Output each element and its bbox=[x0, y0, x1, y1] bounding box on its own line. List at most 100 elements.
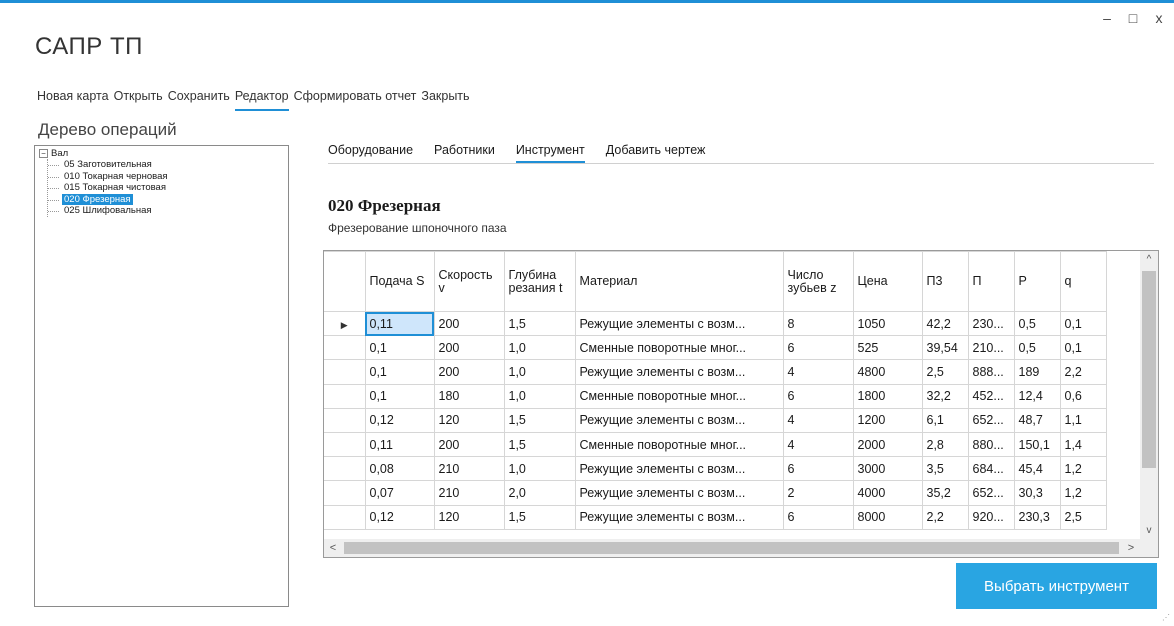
table-cell[interactable]: 32,2 bbox=[921, 383, 969, 409]
table-cell[interactable]: 230,3 bbox=[1013, 504, 1061, 530]
close-icon[interactable]: x bbox=[1152, 10, 1166, 26]
table-row[interactable]: 0,07 210 2,0 Режущие элементы с возм... 2 400… bbox=[324, 480, 1107, 506]
table-cell[interactable]: 452... bbox=[967, 383, 1015, 409]
vertical-scrollbar[interactable]: ^ v bbox=[1140, 251, 1158, 539]
table-cell[interactable]: 4 bbox=[782, 431, 854, 458]
row-header[interactable] bbox=[324, 359, 366, 385]
table-cell[interactable]: 1,2 bbox=[1059, 480, 1107, 506]
table-cell[interactable]: 200 bbox=[433, 359, 505, 385]
row-header[interactable] bbox=[324, 431, 366, 458]
column-header[interactable]: П3 bbox=[921, 251, 969, 312]
row-header[interactable] bbox=[324, 456, 366, 482]
select-tool-button[interactable]: Выбрать инструмент bbox=[956, 563, 1157, 609]
tree-node[interactable]: 015 Токарная чистовая bbox=[48, 182, 170, 194]
column-header[interactable]: Скорость v bbox=[433, 251, 505, 312]
maximize-icon[interactable]: □ bbox=[1126, 10, 1140, 26]
table-cell[interactable]: 1,5 bbox=[503, 431, 576, 458]
table-cell[interactable]: 2,5 bbox=[921, 359, 969, 385]
table-cell[interactable]: 6 bbox=[782, 456, 854, 482]
table-cell[interactable]: 0,12 bbox=[364, 504, 435, 530]
table-cell[interactable]: 0,1 bbox=[364, 335, 435, 361]
table-cell[interactable]: 48,7 bbox=[1013, 407, 1061, 433]
table-cell[interactable]: 2,0 bbox=[503, 480, 576, 506]
table-cell[interactable]: 210 bbox=[433, 456, 505, 482]
column-header[interactable]: Подача S bbox=[364, 251, 435, 312]
table-cell[interactable]: 1,1 bbox=[1059, 407, 1107, 433]
vertical-scroll-thumb[interactable] bbox=[1142, 271, 1156, 468]
scroll-left-icon[interactable]: < bbox=[324, 539, 342, 557]
table-cell[interactable]: 2,2 bbox=[1059, 359, 1107, 385]
tree-node[interactable]: 020 Фрезерная bbox=[48, 193, 170, 206]
table-cell[interactable]: 6,1 bbox=[921, 407, 969, 433]
table-cell[interactable]: 39,54 bbox=[921, 335, 969, 361]
table-cell[interactable]: 180 bbox=[433, 383, 505, 409]
row-header[interactable] bbox=[324, 407, 366, 433]
table-cell[interactable]: 2000 bbox=[852, 431, 923, 458]
horizontal-scrollbar[interactable]: < > bbox=[324, 539, 1158, 557]
scroll-up-icon[interactable]: ^ bbox=[1140, 251, 1158, 268]
table-cell[interactable]: 120 bbox=[433, 407, 505, 433]
row-header-corner[interactable] bbox=[324, 251, 366, 312]
minimize-icon[interactable]: – bbox=[1100, 10, 1114, 26]
table-cell[interactable]: Сменные поворотные мног... bbox=[574, 431, 784, 458]
table-cell[interactable]: 0,1 bbox=[364, 383, 435, 409]
table-cell[interactable]: 1,4 bbox=[1059, 431, 1107, 458]
table-row[interactable]: 0,11 200 1,5 Сменные поворотные мног... 4 200… bbox=[324, 431, 1107, 458]
table-cell[interactable]: 0,1 bbox=[364, 359, 435, 385]
table-cell[interactable]: 1,5 bbox=[503, 407, 576, 433]
table-cell[interactable]: 6 bbox=[782, 335, 854, 361]
table-cell[interactable]: 200 bbox=[433, 310, 505, 337]
column-header[interactable]: Р bbox=[1013, 251, 1061, 312]
scroll-down-icon[interactable]: v bbox=[1140, 522, 1158, 539]
table-cell[interactable]: 0,12 bbox=[364, 407, 435, 433]
table-row[interactable]: 0,12 120 1,5 Режущие элементы с возм... 4 120… bbox=[324, 407, 1107, 433]
table-cell[interactable]: 652... bbox=[967, 407, 1015, 433]
table-cell[interactable]: 1,5 bbox=[503, 504, 576, 530]
tree-root-node[interactable]: − Вал bbox=[39, 148, 68, 159]
table-row[interactable]: 0,1 200 1,0 Режущие элементы с возм... 4 4800… bbox=[324, 359, 1107, 385]
tab-add-drawing[interactable]: Добавить чертеж bbox=[606, 143, 706, 163]
column-header[interactable]: q bbox=[1059, 251, 1107, 312]
row-header[interactable] bbox=[324, 335, 366, 361]
table-cell[interactable]: 4 bbox=[782, 359, 854, 385]
column-header[interactable]: Глубина резания t bbox=[503, 251, 576, 312]
table-cell[interactable]: 0,11 bbox=[364, 310, 435, 337]
table-cell[interactable]: 684... bbox=[967, 456, 1015, 482]
collapse-icon[interactable]: − bbox=[39, 149, 48, 158]
row-header[interactable]: ▶ bbox=[324, 310, 366, 337]
table-cell[interactable]: 920... bbox=[967, 504, 1015, 530]
table-row[interactable]: 0,1 200 1,0 Сменные поворотные мног... 6 525 3… bbox=[324, 335, 1107, 361]
table-cell[interactable]: 1200 bbox=[852, 407, 923, 433]
table-cell[interactable]: 12,4 bbox=[1013, 383, 1061, 409]
table-cell[interactable]: 2 bbox=[782, 480, 854, 506]
table-cell[interactable]: 0,11 bbox=[364, 431, 435, 458]
column-header[interactable]: Материал bbox=[574, 251, 784, 312]
table-cell[interactable]: Режущие элементы с возм... bbox=[574, 359, 784, 385]
tab-equipment[interactable]: Оборудование bbox=[328, 143, 413, 163]
table-cell[interactable]: Режущие элементы с возм... bbox=[574, 504, 784, 530]
table-cell[interactable]: 42,2 bbox=[921, 310, 969, 337]
table-cell[interactable]: Режущие элементы с возм... bbox=[574, 310, 784, 337]
table-cell[interactable]: 210... bbox=[967, 335, 1015, 361]
table-cell[interactable]: 189 bbox=[1013, 359, 1061, 385]
menu-report[interactable]: Сформировать отчет bbox=[294, 89, 417, 111]
menu-save[interactable]: Сохранить bbox=[168, 89, 230, 111]
row-header[interactable] bbox=[324, 504, 366, 530]
tree-node[interactable]: 025 Шлифовальная bbox=[48, 205, 170, 217]
table-cell[interactable]: 0,5 bbox=[1013, 335, 1061, 361]
tree-node[interactable]: 010 Токарная черновая bbox=[48, 171, 170, 183]
table-cell[interactable]: 1,0 bbox=[503, 383, 576, 409]
menu-editor[interactable]: Редактор bbox=[234, 89, 289, 111]
table-cell[interactable]: 200 bbox=[433, 431, 505, 458]
table-cell[interactable]: 4 bbox=[782, 407, 854, 433]
table-cell[interactable]: 880... bbox=[967, 431, 1015, 458]
tab-workers[interactable]: Работники bbox=[434, 143, 495, 163]
table-cell[interactable]: 4000 bbox=[852, 480, 923, 506]
table-cell[interactable]: 0,5 bbox=[1013, 310, 1061, 337]
table-cell[interactable]: 1,0 bbox=[503, 456, 576, 482]
table-cell[interactable]: 4800 bbox=[852, 359, 923, 385]
table-cell[interactable]: 1,5 bbox=[503, 310, 576, 337]
table-row[interactable]: 0,12 120 1,5 Режущие элементы с возм... 6 800… bbox=[324, 504, 1107, 530]
table-cell[interactable]: 6 bbox=[782, 504, 854, 530]
tab-tools[interactable]: Инструмент bbox=[515, 143, 585, 163]
